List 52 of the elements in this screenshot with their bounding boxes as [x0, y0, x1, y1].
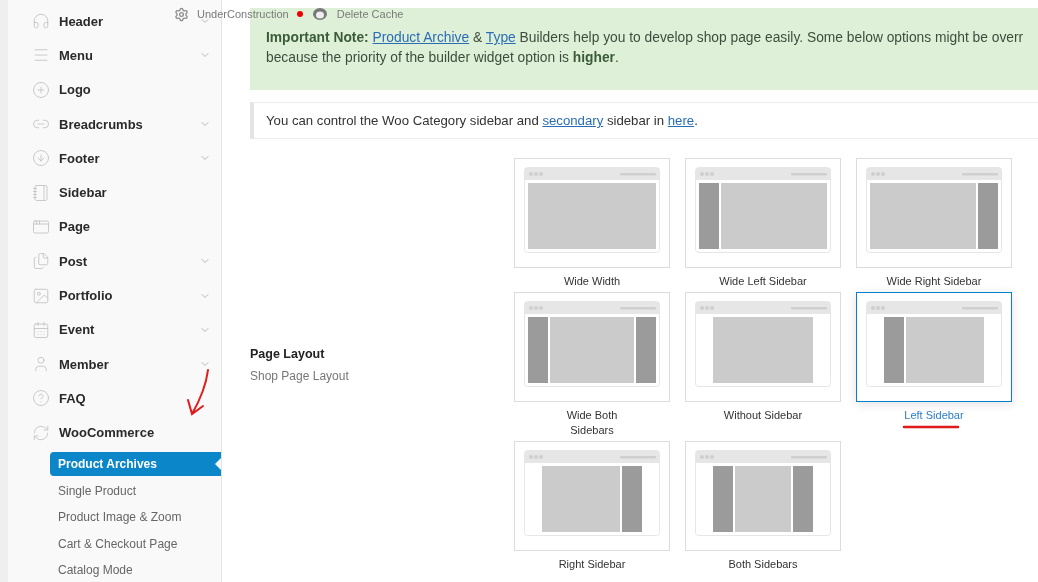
sidebar-item[interactable]: Sidebar	[59, 185, 107, 201]
layout-option-label: Both Sidebars	[728, 557, 798, 572]
info-text: You can control the Woo Category sidebar and secondary sidebar in here.	[266, 113, 698, 128]
setting-title: Page Layout	[250, 347, 325, 361]
gear-icon	[174, 6, 189, 22]
annotation-underline	[902, 425, 960, 429]
sidebar-item[interactable]: FAQ	[59, 390, 86, 406]
sidebar-item[interactable]: Header	[59, 13, 104, 29]
sidebar-item[interactable]: Event	[59, 322, 95, 338]
text-link[interactable]: secondary	[542, 113, 604, 128]
layout-option-label: Without Sidebar	[723, 408, 803, 423]
sidebar-item[interactable]: Page	[59, 219, 91, 235]
sidebar-item[interactable]: Breadcrumbs	[59, 116, 143, 132]
sidebar-item[interactable]: WooCommerce	[59, 425, 155, 441]
layout-option-label: Wide Width	[563, 274, 621, 289]
status-dot	[296, 11, 303, 17]
notice-text: Important Note: Product Archive & Type Builders help you to develop shop page easily. Some below options might be overr	[266, 29, 1025, 47]
layout-option-label: Wide Left Sidebar	[719, 274, 807, 289]
sidebar-item[interactable]: Post	[59, 253, 88, 269]
layout-option-label: Left Sidebar	[904, 408, 964, 423]
cycle-icon	[32, 423, 50, 442]
sidebar-subitem[interactable]: Product Archives	[50, 452, 221, 477]
sidebar-subitem[interactable]: Catalog Mode	[50, 558, 221, 582]
sidebar-subitem[interactable]: Product Image & Zoom	[50, 505, 221, 530]
sidebar-subitem[interactable]: Cart & Checkout Page	[50, 531, 221, 556]
image-icon	[32, 286, 50, 305]
admin-bar-link[interactable]: UnderConstruction	[197, 8, 289, 20]
sidebar-item[interactable]: Member	[59, 356, 109, 372]
text-link[interactable]: Product Archive	[372, 30, 470, 45]
notice-text: because the priority of the builder widget option is higher.	[266, 49, 620, 67]
person-icon	[32, 355, 50, 374]
sidebar-item[interactable]: Menu	[59, 47, 93, 63]
layout-option-label: Wide Both Sidebars	[566, 408, 618, 438]
layout-option-label: Right Sidebar	[558, 557, 626, 572]
layout-option[interactable]	[856, 292, 1012, 402]
layout-option-label: Wide Right Sidebar	[886, 274, 982, 289]
text-link[interactable]: Type	[485, 30, 516, 45]
download-circle-icon	[32, 149, 50, 168]
sidebar-item[interactable]: Logo	[59, 82, 91, 98]
setting-description: Shop Page Layout	[250, 369, 349, 383]
admin-bar-link[interactable]: Delete Cache	[336, 8, 404, 20]
calendar-icon	[32, 320, 50, 339]
sidebar-item[interactable]: Footer	[59, 150, 100, 166]
headphones-icon	[32, 12, 50, 31]
sidebar-subitem[interactable]: Single Product	[50, 478, 221, 503]
help-icon	[32, 389, 50, 408]
window-icon	[32, 217, 50, 236]
notebook-icon	[32, 183, 50, 202]
text-link[interactable]: here	[667, 113, 695, 128]
plus-circle-icon	[32, 80, 50, 99]
sidebar-item[interactable]: Portfolio	[59, 288, 113, 303]
documents-icon	[32, 252, 50, 271]
